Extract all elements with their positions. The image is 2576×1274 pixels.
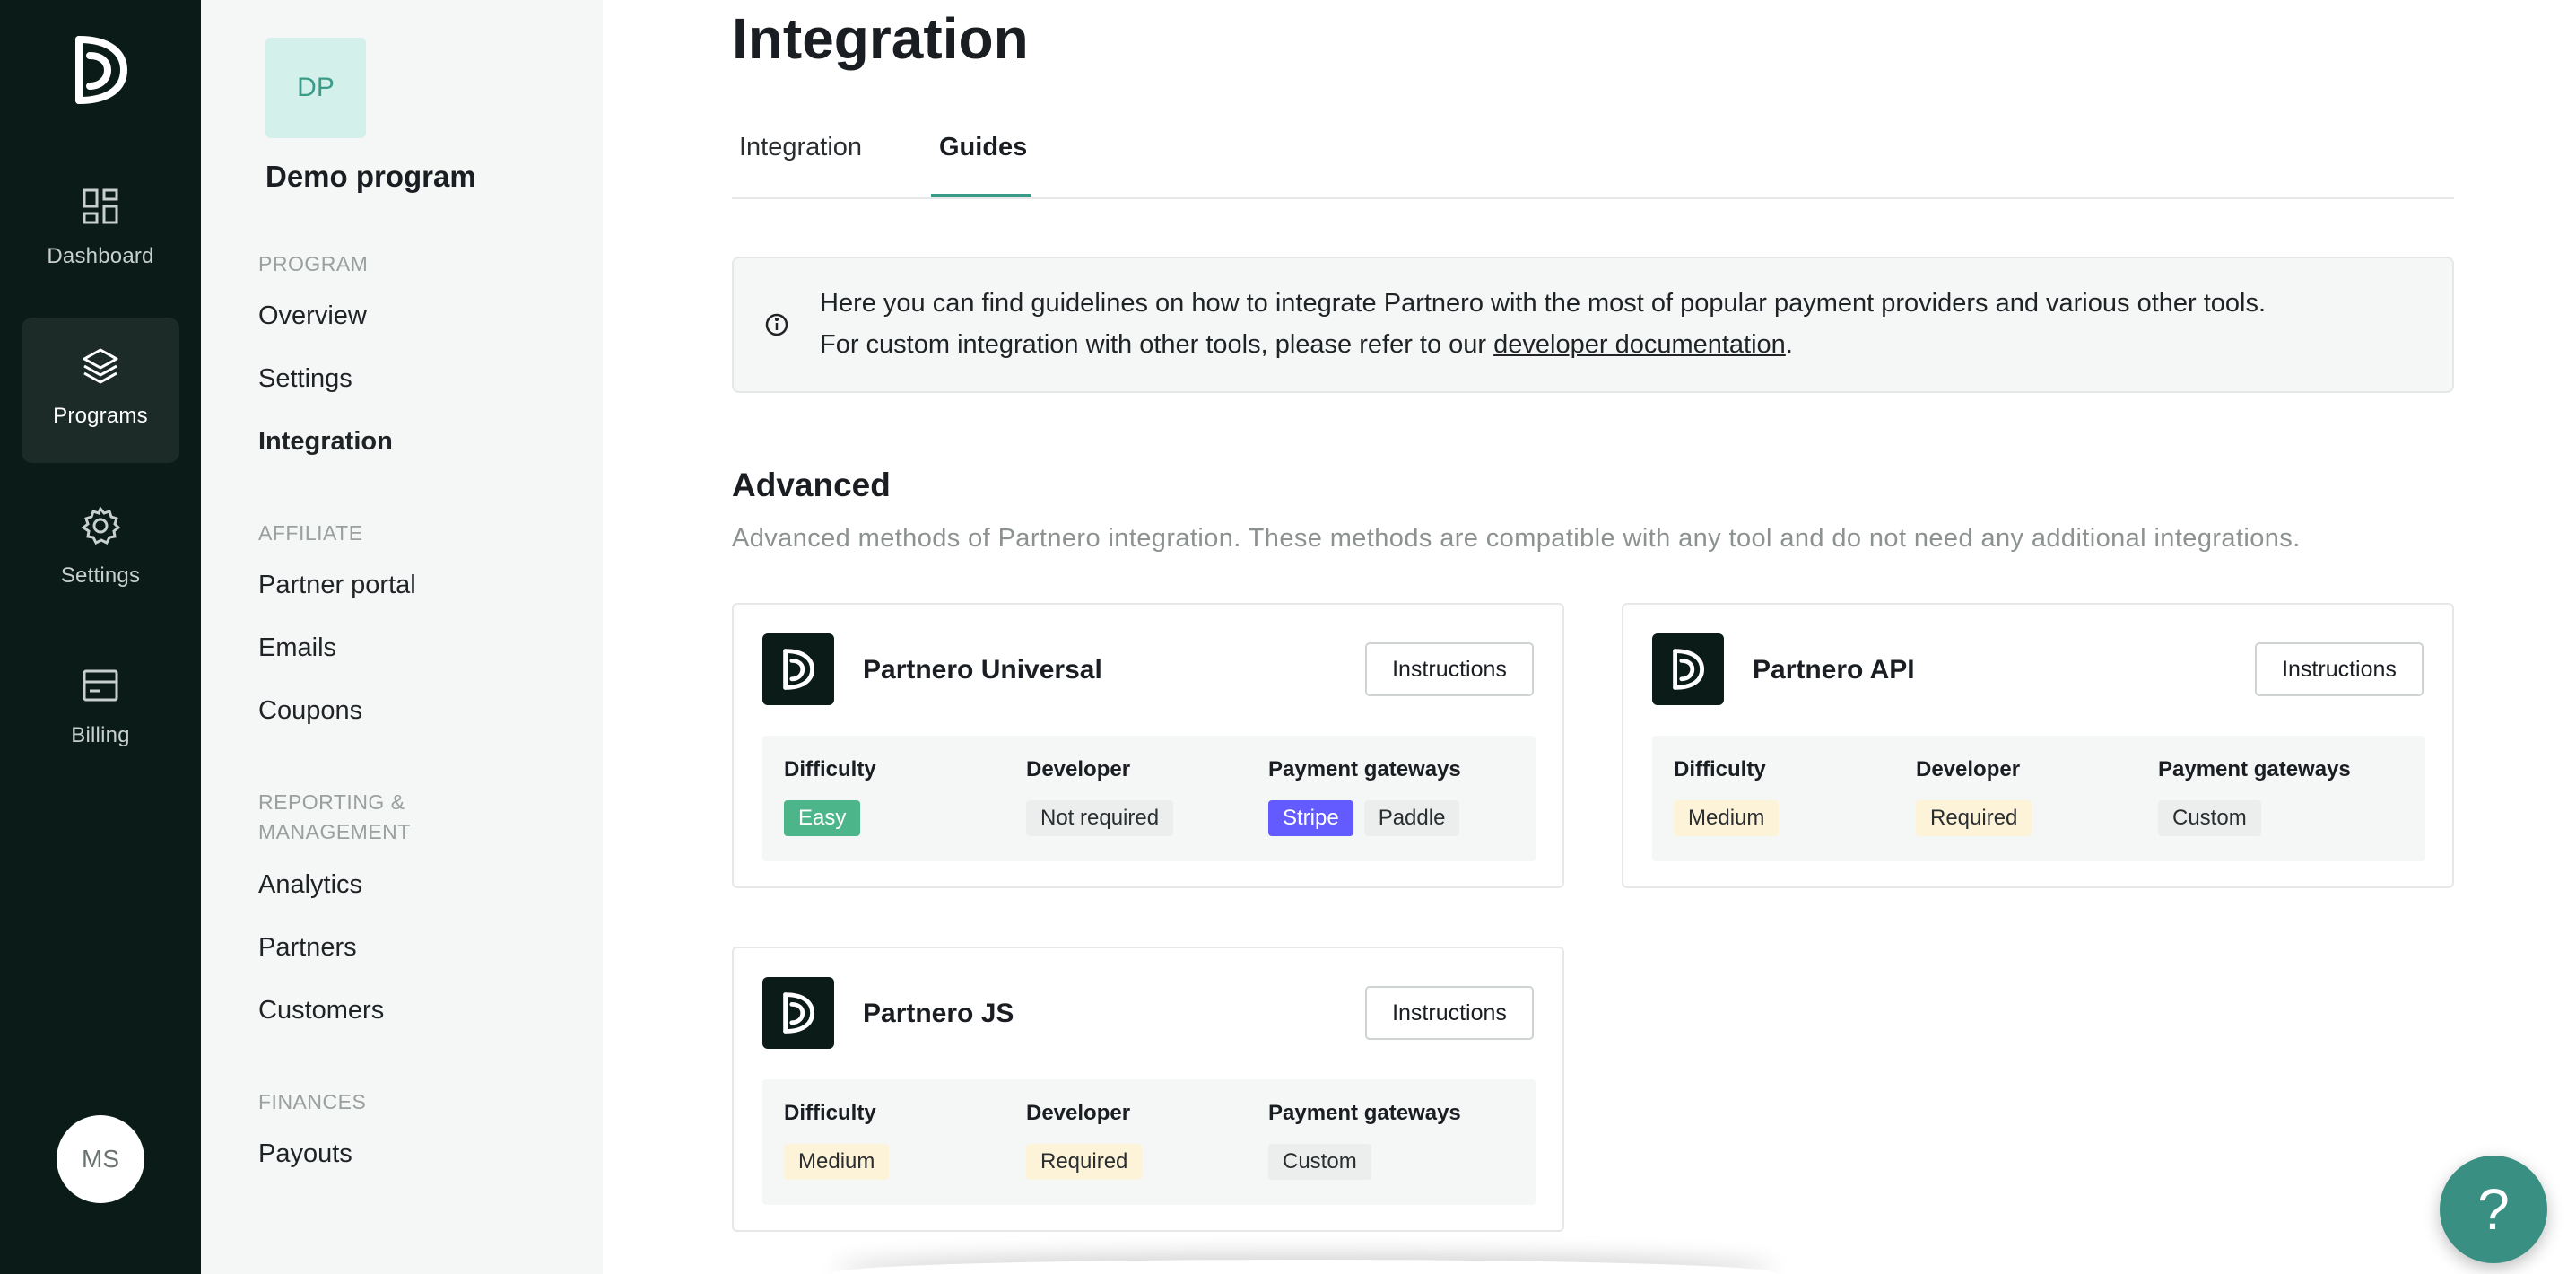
subnav-item-coupons[interactable]: Coupons <box>258 696 362 726</box>
dashboard-icon <box>81 187 120 226</box>
card-meta: Difficulty Medium Developer Required Pay… <box>762 1079 1536 1205</box>
section-description: Advanced methods of Partnero integration… <box>732 524 2301 553</box>
developer-badge: Required <box>1026 1144 1143 1180</box>
developer-column: Developer Not required <box>1026 757 1174 836</box>
difficulty-badge: Medium <box>1674 800 1780 836</box>
rail-item-programs[interactable]: Programs <box>22 318 179 463</box>
developer-column: Developer Required <box>1916 757 2032 836</box>
subnav-item-customers[interactable]: Customers <box>258 996 384 1025</box>
developer-label: Developer <box>1026 1101 1131 1125</box>
gateways-label: Payment gateways <box>1268 757 1461 781</box>
card-title: Partnero JS <box>863 999 1014 1028</box>
subnav-item-partners[interactable]: Partners <box>258 933 357 963</box>
developer-column: Developer Required <box>1026 1101 1143 1180</box>
section-label-program: PROGRAM <box>258 252 369 275</box>
subnav-item-integration[interactable]: Integration <box>258 427 393 457</box>
difficulty-column: Difficulty Easy <box>784 757 876 836</box>
program-name[interactable]: Demo program <box>265 160 476 194</box>
tab-guides[interactable]: Guides <box>939 133 1027 162</box>
gateways-column: Payment gateways Custom <box>1268 1101 1461 1180</box>
gateway-badge-custom: Custom <box>2158 800 2261 836</box>
notice-text-line1: Here you can find guidelines on how to i… <box>820 289 2267 318</box>
integration-card-universal: Partnero Universal Instructions Difficul… <box>732 603 1564 888</box>
tab-bar: Integration Guides <box>732 126 2454 199</box>
card-title: Partnero Universal <box>863 655 1102 685</box>
gateways-column: Payment gateways Stripe Paddle <box>1268 757 1461 836</box>
instructions-button[interactable]: Instructions <box>2255 642 2424 696</box>
instructions-button[interactable]: Instructions <box>1365 642 1534 696</box>
gateway-badge-paddle: Paddle <box>1363 800 1460 836</box>
section-label-affiliate: AFFILIATE <box>258 521 363 545</box>
difficulty-column: Difficulty Medium <box>1674 757 1780 836</box>
program-subnav: DP Demo program PROGRAM Overview Setting… <box>201 0 603 1274</box>
section-label-management: MANAGEMENT <box>258 820 411 843</box>
difficulty-badge: Medium <box>784 1144 890 1180</box>
tab-integration[interactable]: Integration <box>739 133 862 162</box>
info-icon <box>764 312 789 337</box>
page-title: Integration <box>732 6 1029 71</box>
rail-item-label: Billing <box>71 723 130 747</box>
developer-label: Developer <box>1916 757 2021 781</box>
partnero-logo-icon <box>762 633 834 705</box>
card-title: Partnero API <box>1753 655 1915 685</box>
user-avatar[interactable]: MS <box>57 1115 144 1203</box>
bottom-fade <box>834 1260 1776 1274</box>
help-button[interactable]: ? <box>2440 1156 2547 1263</box>
info-notice: Here you can find guidelines on how to i… <box>732 257 2454 393</box>
section-title: Advanced <box>732 467 891 503</box>
section-label-finances: FINANCES <box>258 1090 367 1113</box>
card-meta: Difficulty Easy Developer Not required P… <box>762 736 1536 861</box>
difficulty-label: Difficulty <box>784 757 876 781</box>
gateways-label: Payment gateways <box>2158 757 2351 781</box>
partnero-logo-icon <box>1652 633 1724 705</box>
program-avatar: DP <box>265 38 366 138</box>
subnav-item-emails[interactable]: Emails <box>258 633 336 663</box>
developer-label: Developer <box>1026 757 1131 781</box>
rail-item-settings[interactable]: Settings <box>22 477 179 623</box>
difficulty-column: Difficulty Medium <box>784 1101 890 1180</box>
subnav-item-settings[interactable]: Settings <box>258 364 352 394</box>
integration-card-js: Partnero JS Instructions Difficulty Medi… <box>732 947 1564 1232</box>
partnero-logo-icon <box>762 977 834 1049</box>
gateway-badge-stripe: Stripe <box>1268 800 1353 836</box>
developer-badge: Required <box>1916 800 2032 836</box>
subnav-item-overview[interactable]: Overview <box>258 301 367 331</box>
developer-badge: Not required <box>1026 800 1174 836</box>
notice-text-suffix: . <box>1785 330 1793 359</box>
gear-icon <box>81 506 121 545</box>
developer-docs-link[interactable]: developer documentation <box>1493 330 1786 359</box>
gateway-badge-custom: Custom <box>1268 1144 1371 1180</box>
subnav-item-analytics[interactable]: Analytics <box>258 870 362 900</box>
gateways-label: Payment gateways <box>1268 1101 1461 1125</box>
instructions-button[interactable]: Instructions <box>1365 986 1534 1040</box>
difficulty-badge: Easy <box>784 800 861 836</box>
notice-text-prefix: For custom integration with other tools,… <box>820 330 1494 359</box>
integration-card-api: Partnero API Instructions Difficulty Med… <box>1622 603 2454 888</box>
rail-item-label: Settings <box>60 563 141 588</box>
billing-icon <box>81 666 120 705</box>
layers-icon <box>81 346 120 386</box>
section-label-reporting: REPORTING & <box>258 790 405 814</box>
difficulty-label: Difficulty <box>784 1101 876 1125</box>
rail-item-label: Dashboard <box>47 244 154 268</box>
icon-rail: Dashboard Programs Settings Billing MS <box>0 0 201 1274</box>
gateways-column: Payment gateways Custom <box>2158 757 2351 836</box>
rail-item-dashboard[interactable]: Dashboard <box>22 158 179 303</box>
card-meta: Difficulty Medium Developer Required Pay… <box>1652 736 2425 861</box>
rail-item-label: Programs <box>53 404 148 428</box>
rail-item-billing[interactable]: Billing <box>22 637 179 782</box>
subnav-item-payouts[interactable]: Payouts <box>258 1139 352 1169</box>
active-tab-indicator <box>931 194 1031 197</box>
subnav-item-partner-portal[interactable]: Partner portal <box>258 571 416 600</box>
difficulty-label: Difficulty <box>1674 757 1766 781</box>
partnero-logo-icon[interactable] <box>72 34 129 106</box>
notice-text-line2: For custom integration with other tools,… <box>820 330 1793 360</box>
